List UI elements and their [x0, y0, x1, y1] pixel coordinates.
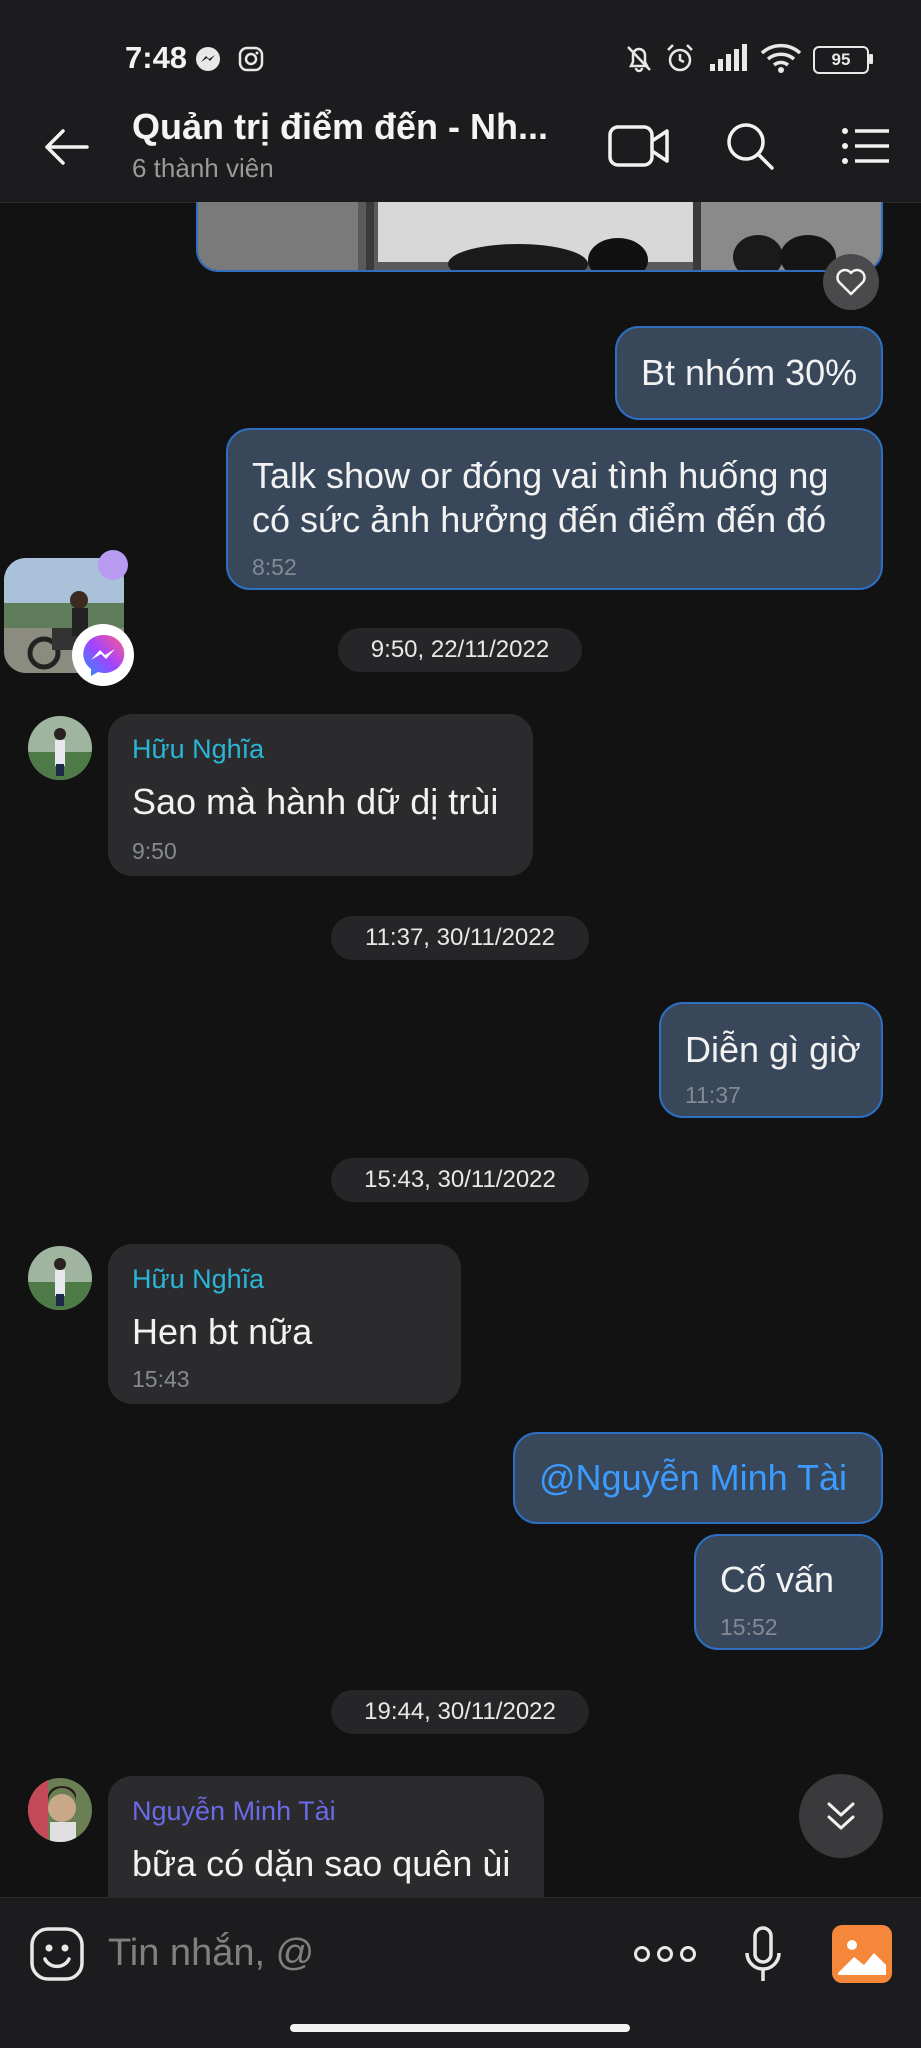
group-title[interactable]: Quản trị điểm đến - Nh... — [132, 106, 548, 148]
message-text: bữa có dặn sao quên ùi — [132, 1843, 511, 1884]
outgoing-message-bubble[interactable]: Diễn gì giờ 11:37 — [659, 1002, 883, 1118]
shared-photo[interactable] — [196, 202, 883, 272]
home-indicator[interactable] — [290, 2024, 630, 2032]
message-text: Bt nhóm 30% — [641, 352, 858, 393]
battery-indicator: 95 — [813, 46, 869, 74]
message-time: 9:50 — [132, 838, 177, 864]
message-time: 15:52 — [720, 1614, 778, 1640]
chat-head-unread-dot — [98, 550, 128, 580]
instagram-notification-icon — [238, 46, 264, 79]
message-text: Diễn gì giờ — [685, 1029, 861, 1070]
sender-name[interactable]: Hữu Nghĩa — [132, 734, 264, 765]
messenger-notification-icon — [195, 46, 221, 79]
more-options-icon[interactable] — [630, 1932, 700, 1976]
signal-icon — [708, 44, 752, 79]
sticker-emoji-icon[interactable] — [28, 1925, 86, 1983]
message-text: Cố vấn — [720, 1559, 835, 1600]
message-time: 15:43 — [132, 1366, 190, 1392]
battery-tip — [869, 54, 873, 64]
avatar-nguyen-minh-tai[interactable] — [28, 1778, 92, 1842]
date-separator: 9:50, 22/11/2022 — [338, 628, 582, 672]
incoming-message-clip: Nguyễn Minh Tài bữa có dặn sao quên ùi — [108, 1776, 544, 1897]
back-arrow-icon[interactable] — [36, 117, 96, 177]
sender-name[interactable]: Nguyễn Minh Tài — [132, 1796, 336, 1827]
message-text: Sao mà hành dữ dị trùi — [132, 781, 499, 822]
double-chevron-down-icon — [827, 1802, 855, 1830]
video-call-icon[interactable] — [604, 114, 674, 178]
message-text-line-1: Talk show or đóng vai tình huống ng — [252, 455, 829, 496]
outgoing-message-bubble[interactable]: Talk show or đóng vai tình huống ng có s… — [226, 428, 883, 590]
status-time: 7:48 — [125, 40, 188, 75]
message-time: 11:37 — [685, 1082, 741, 1108]
wifi-icon — [760, 43, 802, 80]
mute-bell-icon — [623, 42, 655, 81]
incoming-message-bubble[interactable]: Nguyễn Minh Tài bữa có dặn sao quên ùi — [108, 1776, 544, 1897]
outgoing-message-bubble[interactable]: Cố vấn 15:52 — [694, 1534, 883, 1650]
incoming-message-bubble[interactable]: Hữu Nghĩa Sao mà hành dữ dị trùi 9:50 — [108, 714, 533, 876]
message-time: 8:52 — [252, 554, 297, 580]
messenger-icon — [72, 624, 134, 686]
message-input[interactable]: Tin nhắn, @ — [108, 1932, 314, 1975]
date-separator: 11:37, 30/11/2022 — [331, 916, 589, 960]
search-icon[interactable] — [718, 114, 782, 178]
mention-link[interactable]: @Nguyễn Minh Tài — [539, 1456, 847, 1500]
outgoing-message-bubble[interactable]: Bt nhóm 30% — [615, 326, 883, 420]
avatar-huu-nghia[interactable] — [28, 1246, 92, 1310]
scroll-to-bottom-button[interactable] — [799, 1774, 883, 1858]
incoming-message-bubble[interactable]: Hữu Nghĩa Hen bt nữa 15:43 — [108, 1244, 461, 1404]
outgoing-message-bubble[interactable]: @Nguyễn Minh Tài — [513, 1432, 883, 1524]
microphone-icon[interactable] — [738, 1922, 788, 1988]
alarm-icon — [664, 42, 696, 81]
message-text: Hen bt nữa — [132, 1311, 313, 1352]
message-text-line-2: có sức ảnh hưởng đến điểm đến đó — [252, 499, 827, 540]
date-separator: 15:43, 30/11/2022 — [331, 1158, 589, 1202]
menu-list-icon[interactable] — [834, 114, 898, 178]
heart-react-icon[interactable] — [823, 254, 879, 310]
member-count[interactable]: 6 thành viên — [132, 153, 274, 184]
date-separator: 19:44, 30/11/2022 — [331, 1690, 589, 1734]
avatar-huu-nghia[interactable] — [28, 716, 92, 780]
sender-name[interactable]: Hữu Nghĩa — [132, 1264, 264, 1295]
photo-gallery-icon[interactable] — [832, 1925, 892, 1983]
